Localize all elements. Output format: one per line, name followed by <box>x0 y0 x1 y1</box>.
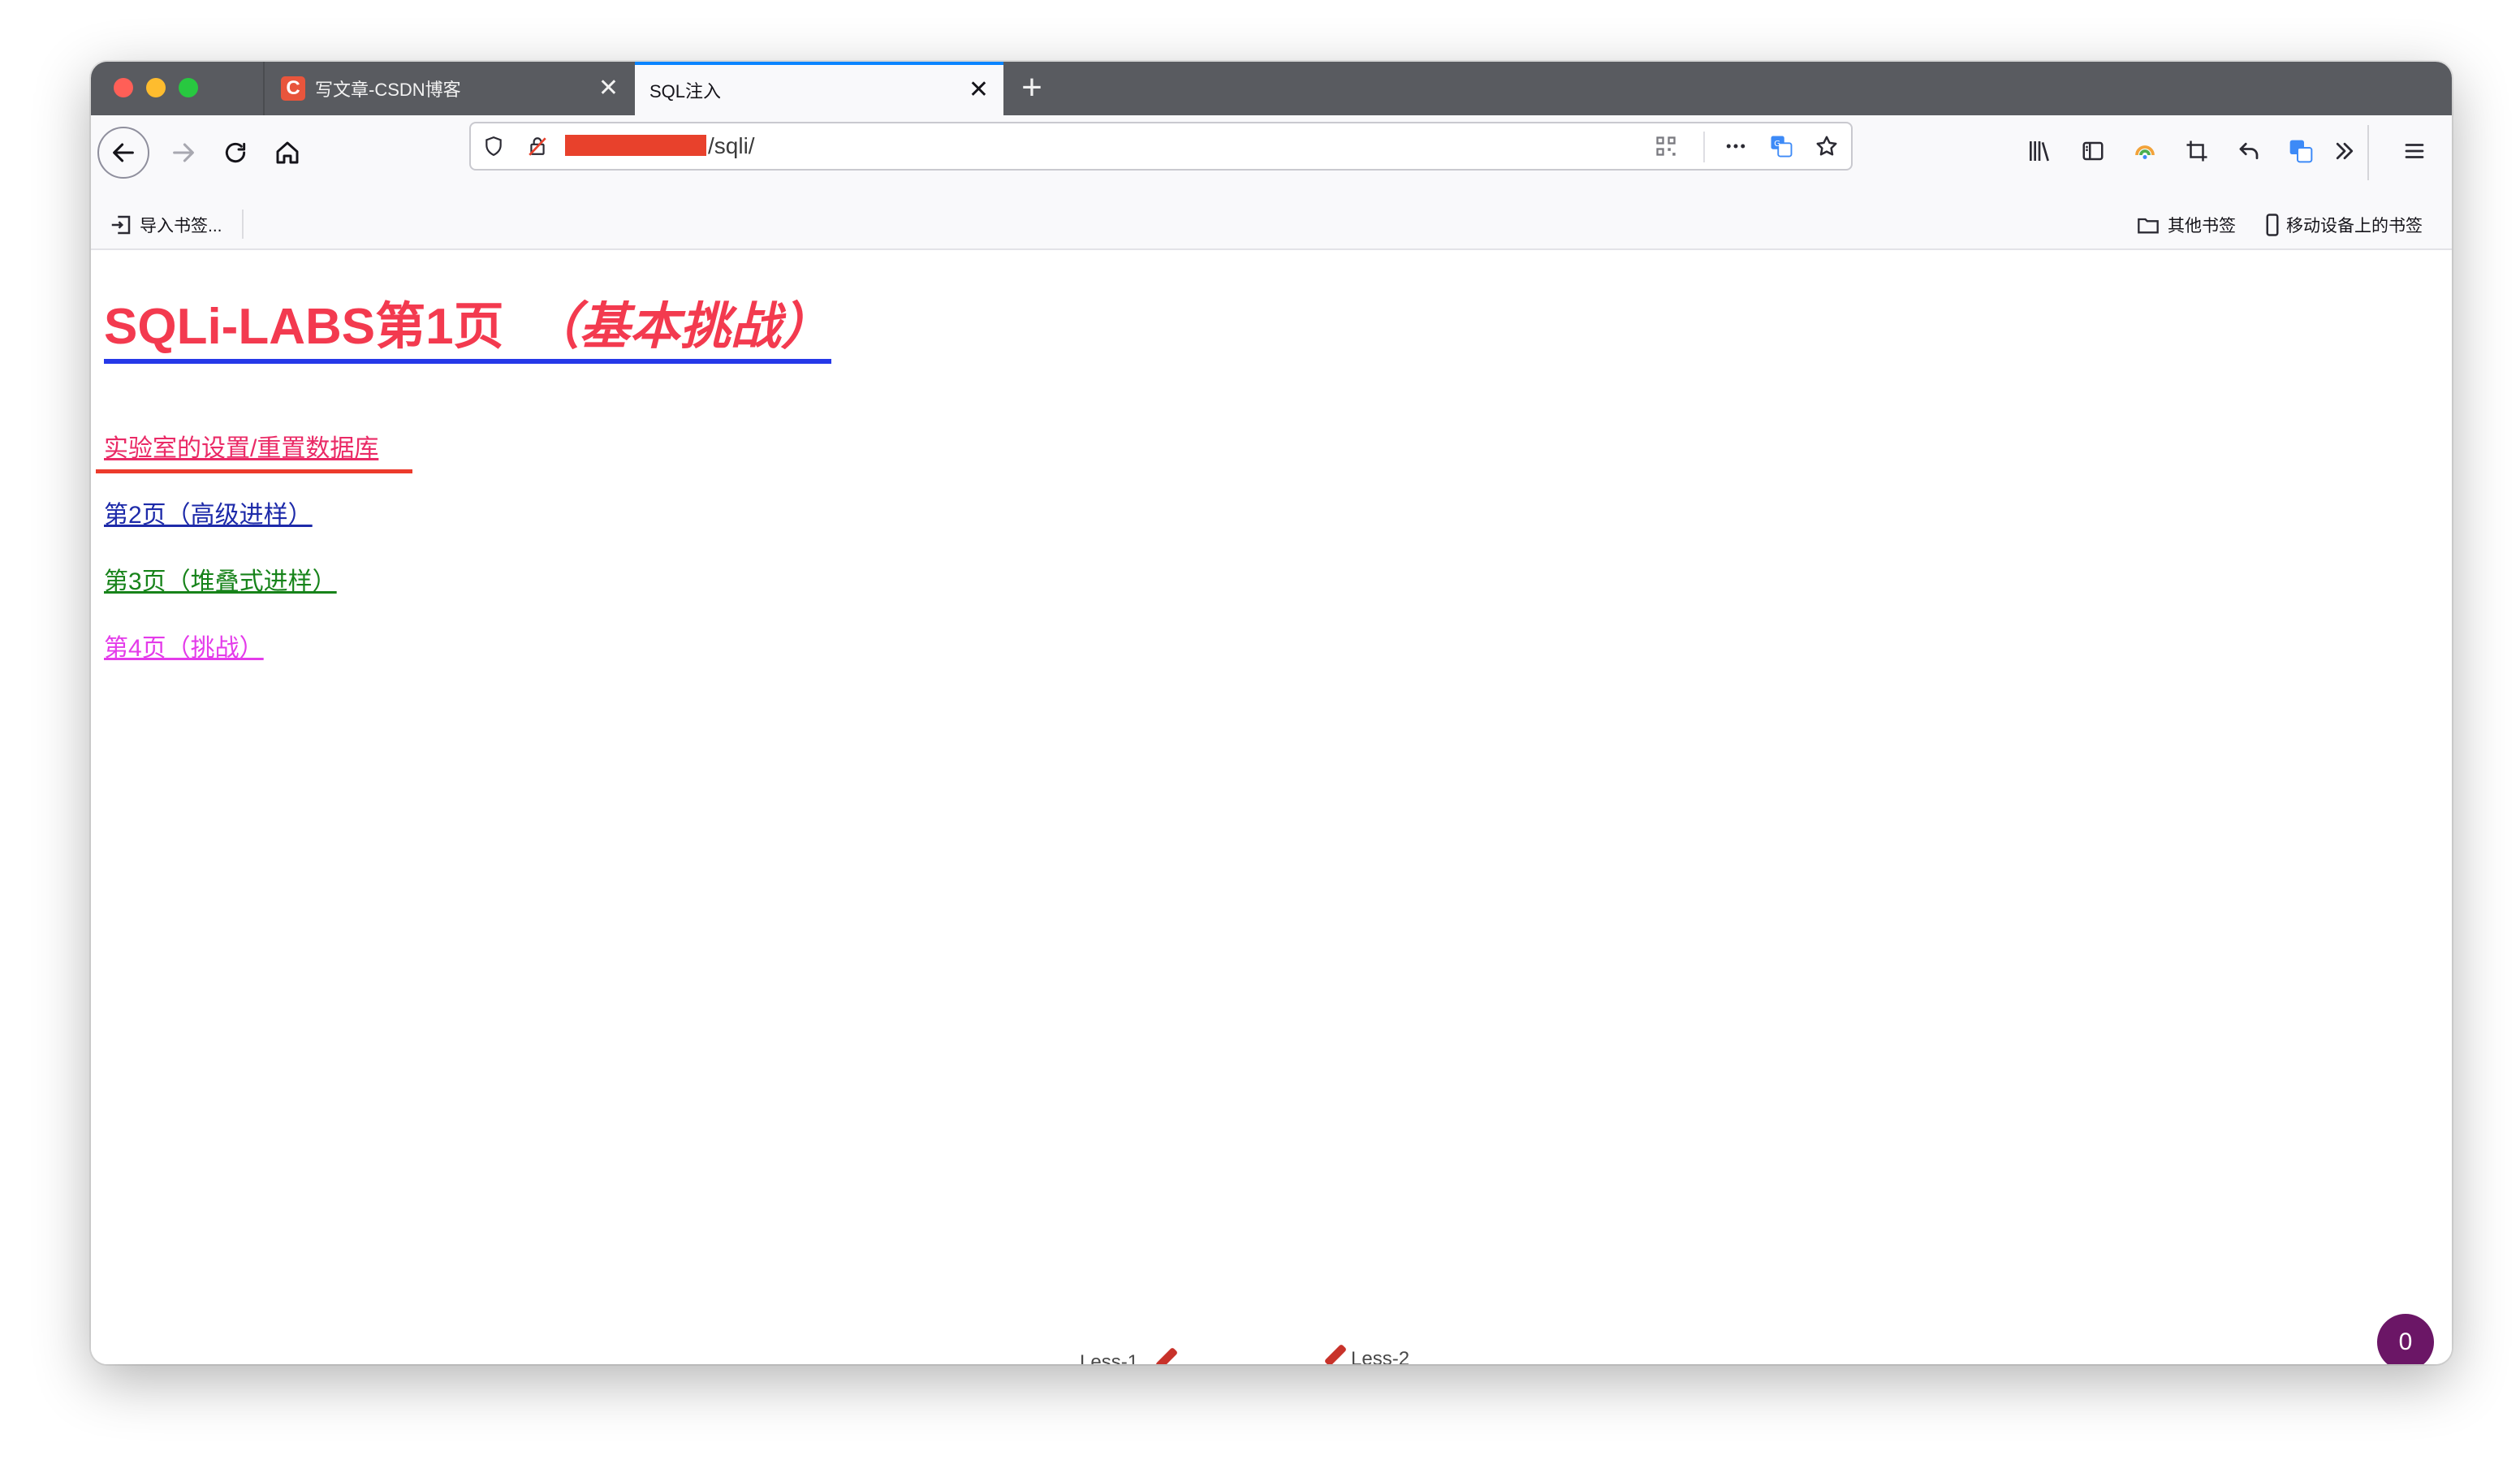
less-1-label[interactable]: Less-1 <box>1080 1351 1138 1364</box>
redacted-host <box>565 135 706 156</box>
zoom-window-button[interactable] <box>179 78 198 97</box>
other-bookmarks-item[interactable]: 其他书签 <box>2135 213 2236 237</box>
new-tab-button[interactable]: + <box>1013 70 1051 107</box>
urlbar-divider <box>1703 132 1705 162</box>
close-tab-icon[interactable]: ✕ <box>969 78 989 102</box>
back-button[interactable] <box>97 127 149 179</box>
csdn-favicon-icon: C <box>281 76 305 101</box>
insecure-connection-icon[interactable] <box>524 133 550 159</box>
less-2-label[interactable]: Less-2 <box>1351 1348 1409 1364</box>
tab-title: 写文章-CSDN博客 <box>315 80 461 100</box>
browser-window: C 写文章-CSDN博客 ✕ SQL注入 ✕ + /sqli/ G 导入书签..… <box>91 62 2452 1364</box>
import-bookmarks-item[interactable]: 导入书签... <box>109 213 222 237</box>
close-tab-icon[interactable]: ✕ <box>598 76 619 101</box>
screenshot-icon[interactable] <box>2179 133 2215 169</box>
toolbar-separator <box>2367 125 2369 180</box>
tab-sql-injection[interactable]: SQL注入 ✕ <box>635 62 1003 115</box>
minimize-window-button[interactable] <box>146 78 166 97</box>
address-bar[interactable]: /sqli/ G <box>469 122 1853 171</box>
extension-icon[interactable] <box>2127 133 2163 169</box>
page-actions-icon[interactable] <box>1723 133 1749 159</box>
tab-strip: C 写文章-CSDN博客 ✕ SQL注入 ✕ + <box>91 62 2452 115</box>
page-3-link[interactable]: 第3页（堆叠式进样） <box>104 567 355 598</box>
floating-count-badge[interactable]: 0 <box>2377 1314 2434 1364</box>
library-icon[interactable] <box>2022 133 2057 169</box>
pen-icon <box>1154 1346 1179 1364</box>
sidebar-icon[interactable] <box>2075 133 2111 169</box>
reload-icon <box>225 142 246 163</box>
menu-icon[interactable] <box>2397 133 2432 169</box>
import-icon <box>109 213 133 237</box>
bookmark-star-icon[interactable] <box>1814 133 1840 159</box>
mobile-bookmarks-item[interactable]: 移动设备上的书签 <box>2265 213 2423 237</box>
shield-icon[interactable] <box>481 133 507 159</box>
page-title-main: SQLi-LABS第1页 <box>104 299 504 355</box>
url-path[interactable]: /sqli/ <box>708 133 755 159</box>
other-bookmarks-label: 其他书签 <box>2168 217 2236 235</box>
home-button[interactable] <box>261 127 313 179</box>
page-2-link[interactable]: 第2页（高级进样） <box>104 500 330 531</box>
mobile-bookmarks-label: 移动设备上的书签 <box>2286 217 2423 235</box>
translate-icon[interactable]: G <box>1768 133 1794 159</box>
overflow-chevron-icon[interactable] <box>2327 133 2362 169</box>
bookmarks-toolbar: 导入书签... 其他书签 移动设备上的书签 <box>91 200 2452 250</box>
forward-arrow-icon <box>173 143 194 162</box>
pen-icon <box>1323 1343 1348 1364</box>
page-title-sub: （基本挑战） <box>529 299 831 355</box>
tab-title: SQL注入 <box>649 81 722 102</box>
translate-toolbar-icon[interactable] <box>2283 133 2319 169</box>
bookmarks-separator <box>242 210 244 239</box>
home-icon <box>276 141 299 164</box>
undo-icon[interactable] <box>2231 133 2267 169</box>
qr-code-icon[interactable] <box>1653 133 1679 159</box>
import-bookmarks-label: 导入书签... <box>140 217 222 235</box>
page-4-link[interactable]: 第4页（挑战） <box>104 633 282 664</box>
annotation-underline <box>96 469 412 473</box>
navigation-toolbar: /sqli/ G <box>91 115 2452 200</box>
setup-reset-db-link[interactable]: 实验室的设置/重置数据库 <box>104 434 396 464</box>
forward-button[interactable] <box>158 127 209 179</box>
page-title[interactable]: SQLi-LABS第1页 （基本挑战） <box>104 297 831 365</box>
mobile-device-icon <box>2265 213 2280 237</box>
reload-button[interactable] <box>209 127 261 179</box>
close-window-button[interactable] <box>114 78 133 97</box>
tab-csdn[interactable]: C 写文章-CSDN博客 ✕ <box>263 62 633 115</box>
svg-text:G: G <box>1774 140 1780 149</box>
back-arrow-icon <box>113 143 134 162</box>
page-content: SQLi-LABS第1页 （基本挑战） 实验室的设置/重置数据库 第2页（高级进… <box>91 250 2452 1364</box>
folder-icon <box>2135 214 2161 236</box>
